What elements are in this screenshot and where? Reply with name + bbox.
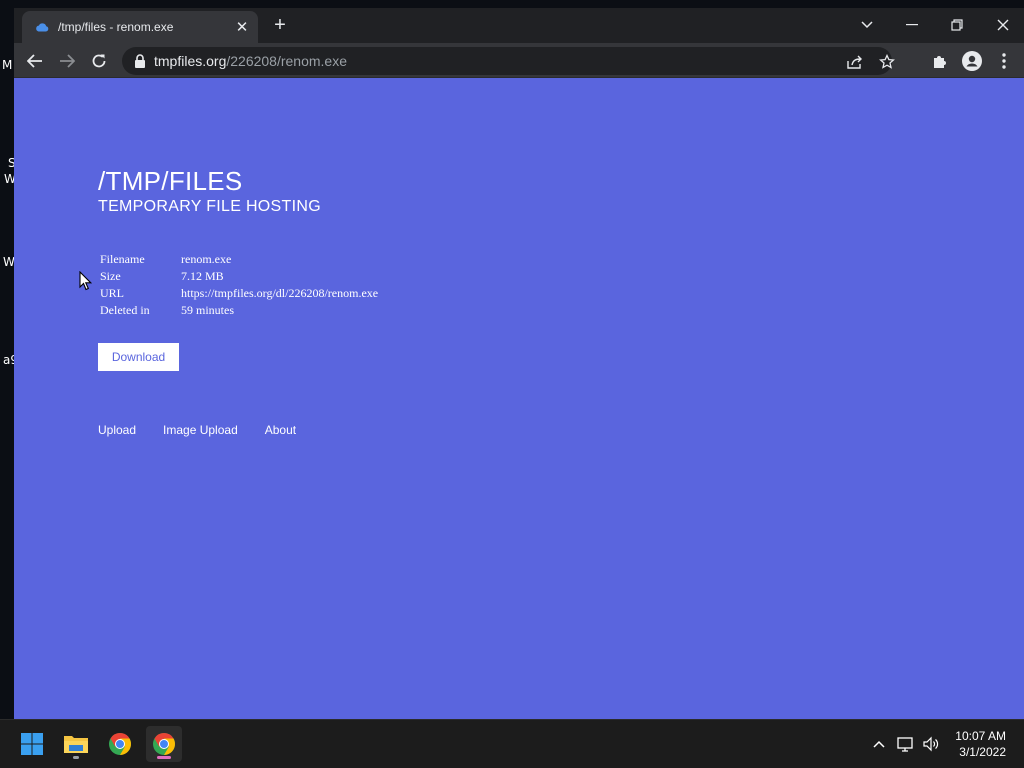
minimize-icon[interactable] bbox=[901, 14, 923, 36]
download-button[interactable]: Download bbox=[98, 343, 179, 371]
mouse-cursor-icon bbox=[79, 271, 93, 291]
running-indicator bbox=[73, 756, 79, 759]
info-row-url: URL https://tmpfiles.org/dl/226208/renom… bbox=[98, 285, 380, 302]
profile-avatar-icon[interactable] bbox=[961, 50, 983, 72]
extensions-puzzle-icon[interactable] bbox=[929, 50, 951, 72]
tab-title: /tmp/files - renom.exe bbox=[58, 20, 174, 34]
file-info-table: Filename renom.exe Size 7.12 MB URL http… bbox=[98, 251, 380, 319]
info-value: renom.exe bbox=[181, 252, 232, 266]
start-button[interactable] bbox=[14, 726, 50, 762]
info-value: 7.12 MB bbox=[181, 269, 224, 283]
site-title[interactable]: /TMP/FILES bbox=[98, 166, 243, 197]
file-explorer-icon bbox=[64, 736, 88, 753]
nav-link-image-upload[interactable]: Image Upload bbox=[163, 423, 238, 437]
nav-link-about[interactable]: About bbox=[265, 423, 296, 437]
system-clock[interactable]: 10:07 AM 3/1/2022 bbox=[955, 728, 1006, 760]
menu-kebab-icon[interactable] bbox=[993, 50, 1015, 72]
info-row-deleted-in: Deleted in 59 minutes bbox=[98, 302, 380, 319]
title-bar: /tmp/files - renom.exe ✕ + bbox=[14, 8, 1024, 43]
site-subtitle: TEMPORARY FILE HOSTING bbox=[98, 198, 321, 215]
forward-arrow-icon[interactable] bbox=[55, 49, 79, 73]
browser-tab[interactable]: /tmp/files - renom.exe ✕ bbox=[22, 11, 258, 43]
chrome-icon bbox=[109, 733, 131, 755]
browser-window: /tmp/files - renom.exe ✕ + tmpfiles.org/… bbox=[14, 8, 1024, 719]
taskbar: 10:07 AM 3/1/2022 bbox=[0, 719, 1024, 768]
close-tab-icon[interactable]: ✕ bbox=[232, 17, 252, 37]
taskbar-chrome[interactable] bbox=[102, 726, 138, 762]
close-window-icon[interactable] bbox=[992, 14, 1014, 36]
info-value: 59 minutes bbox=[181, 303, 234, 317]
url-path: /226208/renom.exe bbox=[226, 53, 347, 69]
info-label: Filename bbox=[100, 252, 145, 266]
tab-search-icon[interactable] bbox=[856, 14, 878, 36]
show-hidden-icons-chevron-icon[interactable] bbox=[869, 734, 889, 754]
reload-icon[interactable] bbox=[87, 49, 111, 73]
start-icon bbox=[21, 733, 43, 755]
clock-time: 10:07 AM bbox=[955, 729, 1006, 743]
info-label: URL bbox=[100, 286, 124, 300]
nav-link-upload[interactable]: Upload bbox=[98, 423, 136, 437]
url-host: tmpfiles.org bbox=[154, 53, 227, 69]
share-icon[interactable] bbox=[846, 53, 864, 71]
footer-nav: Upload Image Upload About bbox=[98, 423, 296, 437]
volume-icon[interactable] bbox=[921, 734, 941, 754]
info-row-filename: Filename renom.exe bbox=[98, 251, 380, 268]
lock-icon bbox=[135, 54, 145, 68]
restore-icon[interactable] bbox=[946, 14, 968, 36]
cloud-favicon-icon bbox=[34, 19, 50, 35]
browser-toolbar: tmpfiles.org/226208/renom.exe bbox=[14, 43, 1024, 78]
desktop-icon-label[interactable]: M bbox=[2, 58, 12, 72]
active-indicator bbox=[157, 756, 171, 759]
info-row-size: Size 7.12 MB bbox=[98, 268, 380, 285]
chrome-icon bbox=[153, 733, 175, 755]
address-bar[interactable]: tmpfiles.org/226208/renom.exe bbox=[122, 47, 895, 75]
bookmark-star-icon[interactable] bbox=[878, 53, 896, 71]
back-arrow-icon[interactable] bbox=[23, 49, 47, 73]
info-label: Deleted in bbox=[100, 303, 150, 317]
info-label: Size bbox=[100, 269, 121, 283]
taskbar-file-explorer[interactable] bbox=[58, 726, 94, 762]
clock-date: 3/1/2022 bbox=[959, 745, 1006, 759]
new-tab-icon[interactable]: + bbox=[270, 15, 290, 36]
url-text: tmpfiles.org/226208/renom.exe bbox=[154, 53, 347, 69]
info-value-url[interactable]: https://tmpfiles.org/dl/226208/renom.exe bbox=[179, 285, 380, 302]
network-icon[interactable] bbox=[896, 734, 916, 754]
taskbar-chrome-active[interactable] bbox=[146, 726, 182, 762]
page-content: /TMP/FILES TEMPORARY FILE HOSTING Filena… bbox=[14, 79, 1024, 719]
